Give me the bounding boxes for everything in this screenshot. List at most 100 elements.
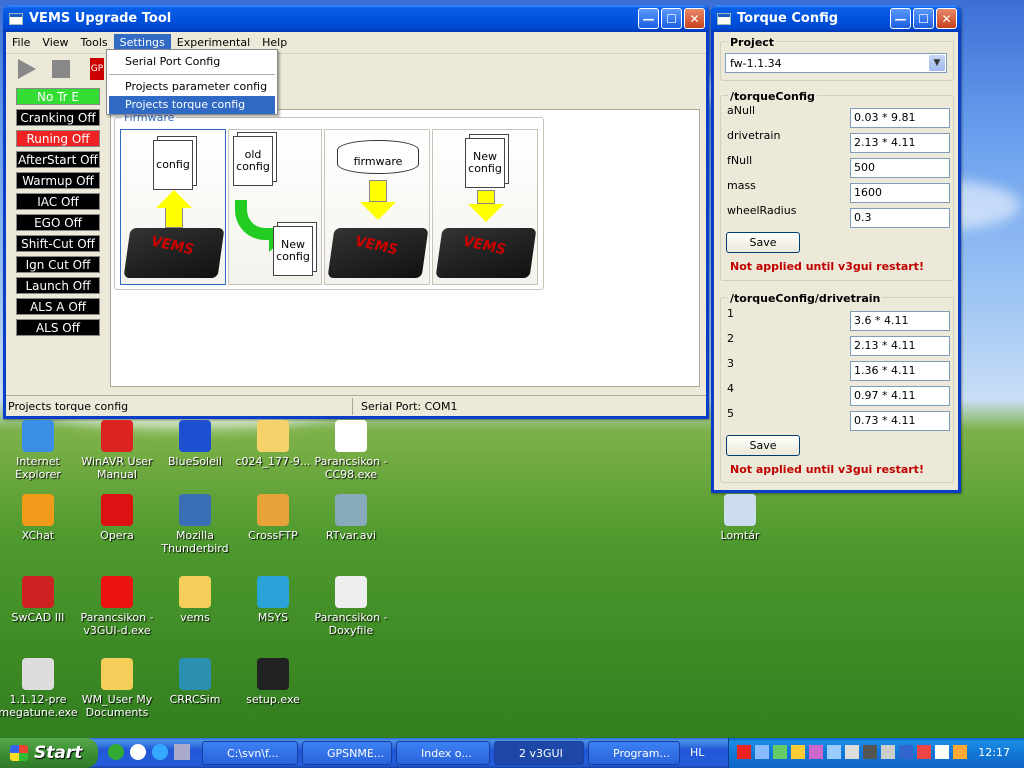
- network-tray-icon[interactable]: [827, 745, 841, 759]
- ie-icon[interactable]: [152, 744, 168, 760]
- minimize-button[interactable]: —: [890, 8, 911, 29]
- app-tray-icon[interactable]: [953, 745, 967, 759]
- field-input[interactable]: 1.36 * 4.11: [850, 361, 950, 381]
- vems-logo: VEMS: [352, 233, 401, 259]
- window-icon: [717, 12, 731, 25]
- menuitem-projects-torque-config[interactable]: Projects torque config: [109, 96, 275, 114]
- minimize-button[interactable]: —: [638, 8, 659, 29]
- task-program[interactable]: Program...: [588, 741, 680, 765]
- gps-icon[interactable]: GP: [90, 58, 104, 80]
- field-input[interactable]: 0.3: [850, 208, 950, 228]
- upgrade-titlebar[interactable]: VEMS Upgrade Tool — ☐ ✕: [3, 5, 709, 32]
- desktop-icon[interactable]: XChat: [0, 494, 78, 542]
- project-select[interactable]: fw-1.1.34 ▼: [725, 53, 947, 73]
- desktop-icon[interactable]: Internet Explorer: [0, 420, 78, 481]
- statusbar-divider: [352, 398, 353, 415]
- field-input[interactable]: 0.73 * 4.11: [850, 411, 950, 431]
- desktop-icon[interactable]: BlueSoleil: [155, 420, 235, 468]
- task-v3gui[interactable]: 2 v3GUI: [494, 741, 584, 765]
- desktop-icon[interactable]: WM_User My Documents: [77, 658, 157, 719]
- desktop-icon[interactable]: setup.exe: [233, 658, 313, 706]
- maximize-button[interactable]: ☐: [913, 8, 934, 29]
- desktop-icon[interactable]: Parancsikon - CC98.exe: [311, 420, 391, 481]
- status-indicator: ALS A Off: [16, 298, 100, 315]
- messenger-icon[interactable]: [108, 744, 124, 760]
- app-tray-icon[interactable]: [935, 745, 949, 759]
- menuitem-projects-parameter-config[interactable]: Projects parameter config: [109, 78, 275, 96]
- desktop-icon[interactable]: 1.1.12-pre megatune.exe: [0, 658, 78, 719]
- desktop-icon[interactable]: Mozilla Thunderbird: [155, 494, 235, 555]
- menu-file[interactable]: File: [6, 34, 36, 51]
- clock[interactable]: 12:17: [978, 746, 1010, 759]
- card-convert-config[interactable]: old config New config: [228, 129, 322, 285]
- desktop-icon-label: Mozilla Thunderbird: [161, 529, 229, 555]
- browser-icon[interactable]: [130, 744, 146, 760]
- torque-titlebar[interactable]: Torque Config — ☐ ✕: [711, 5, 961, 32]
- v3gui-icon: [101, 576, 133, 608]
- desktop-icon[interactable]: WinAVR User Manual: [77, 420, 157, 481]
- desktop-icon[interactable]: CRRCSim: [155, 658, 235, 706]
- field-input[interactable]: 3.6 * 4.11: [850, 311, 950, 331]
- desktop-icon[interactable]: MSYS: [233, 576, 313, 624]
- card-read-config[interactable]: config VEMS: [120, 129, 226, 285]
- desktop-icon-label: MSYS: [257, 611, 289, 624]
- swcad-icon: [22, 576, 54, 608]
- field-label: fNull: [727, 154, 753, 167]
- card-upload-firmware[interactable]: firmware VEMS: [324, 129, 430, 285]
- chevron-down-icon[interactable]: ▼: [929, 55, 945, 71]
- desktop-icon[interactable]: SwCAD III: [0, 576, 78, 624]
- desktop-icon[interactable]: Opera: [77, 494, 157, 542]
- task-folder[interactable]: C:\svn\f...: [202, 741, 298, 765]
- bluetooth-tray-icon[interactable]: [899, 745, 913, 759]
- field-input[interactable]: 0.97 * 4.11: [850, 386, 950, 406]
- close-button[interactable]: ✕: [684, 8, 705, 29]
- menu-view[interactable]: View: [36, 34, 74, 51]
- desktop-icon[interactable]: c024_177-9...: [233, 420, 313, 468]
- card-write-config[interactable]: New config VEMS: [432, 129, 538, 285]
- field-input[interactable]: 0.03 * 9.81: [850, 108, 950, 128]
- field-input[interactable]: 2.13 * 4.11: [850, 336, 950, 356]
- maximize-button[interactable]: ☐: [661, 8, 682, 29]
- network-tray-icon[interactable]: [755, 745, 769, 759]
- show-desktop-icon[interactable]: [174, 744, 190, 760]
- desktop-icon[interactable]: RTvar.avi: [311, 494, 391, 542]
- field-input[interactable]: 2.13 * 4.11: [850, 133, 950, 153]
- task-index[interactable]: Index o...: [396, 741, 490, 765]
- save-button[interactable]: Save: [726, 435, 800, 456]
- app-tray-icon[interactable]: [809, 745, 823, 759]
- app-tray-icon[interactable]: [773, 745, 787, 759]
- play-icon[interactable]: [18, 59, 36, 79]
- field-input[interactable]: 500: [850, 158, 950, 178]
- desktop-icon-label: SwCAD III: [11, 611, 65, 624]
- app-tray-icon[interactable]: [917, 745, 931, 759]
- language-indicator[interactable]: HL: [690, 746, 704, 759]
- menuitem-serial-port-config[interactable]: Serial Port Config: [109, 53, 275, 71]
- v3gui-tray-icon[interactable]: [737, 745, 751, 759]
- close-button[interactable]: ✕: [936, 8, 957, 29]
- desktop-icon[interactable]: Lomtár: [700, 494, 780, 542]
- system-tray: 12:17: [728, 738, 1024, 768]
- desktop-icon[interactable]: vems: [155, 576, 235, 624]
- app-tray-icon[interactable]: [791, 745, 805, 759]
- field-label: aNull: [727, 104, 756, 117]
- volume-tray-icon[interactable]: [845, 745, 859, 759]
- statusbar: Projects torque config Serial Port: COM1: [6, 395, 706, 416]
- desktop-icon[interactable]: Parancsikon - Doxyfile: [311, 576, 391, 637]
- desktop-icon-label: RTvar.avi: [325, 529, 377, 542]
- task-gpsnme[interactable]: GPSNME...: [302, 741, 392, 765]
- desktop-icon-label: WinAVR User Manual: [81, 455, 153, 481]
- desktop-icon[interactable]: Parancsikon - v3GUI-d.exe: [77, 576, 157, 637]
- save-button[interactable]: Save: [726, 232, 800, 253]
- desktop-icon[interactable]: CrossFTP: [233, 494, 313, 542]
- status-indicator: IAC Off: [16, 193, 100, 210]
- desktop-icon-label: 1.1.12-pre megatune.exe: [0, 693, 78, 719]
- desktop-icon-label: WM_User My Documents: [81, 693, 153, 719]
- field-label: mass: [727, 179, 756, 192]
- stop-icon[interactable]: [52, 60, 70, 78]
- torqueconfig-group-title: /torqueConfig: [728, 90, 817, 103]
- desktop-icon-label: Opera: [100, 529, 134, 542]
- field-input[interactable]: 1600: [850, 183, 950, 203]
- app-tray-icon[interactable]: [881, 745, 895, 759]
- start-button[interactable]: Start: [0, 738, 98, 768]
- app-tray-icon[interactable]: [863, 745, 877, 759]
